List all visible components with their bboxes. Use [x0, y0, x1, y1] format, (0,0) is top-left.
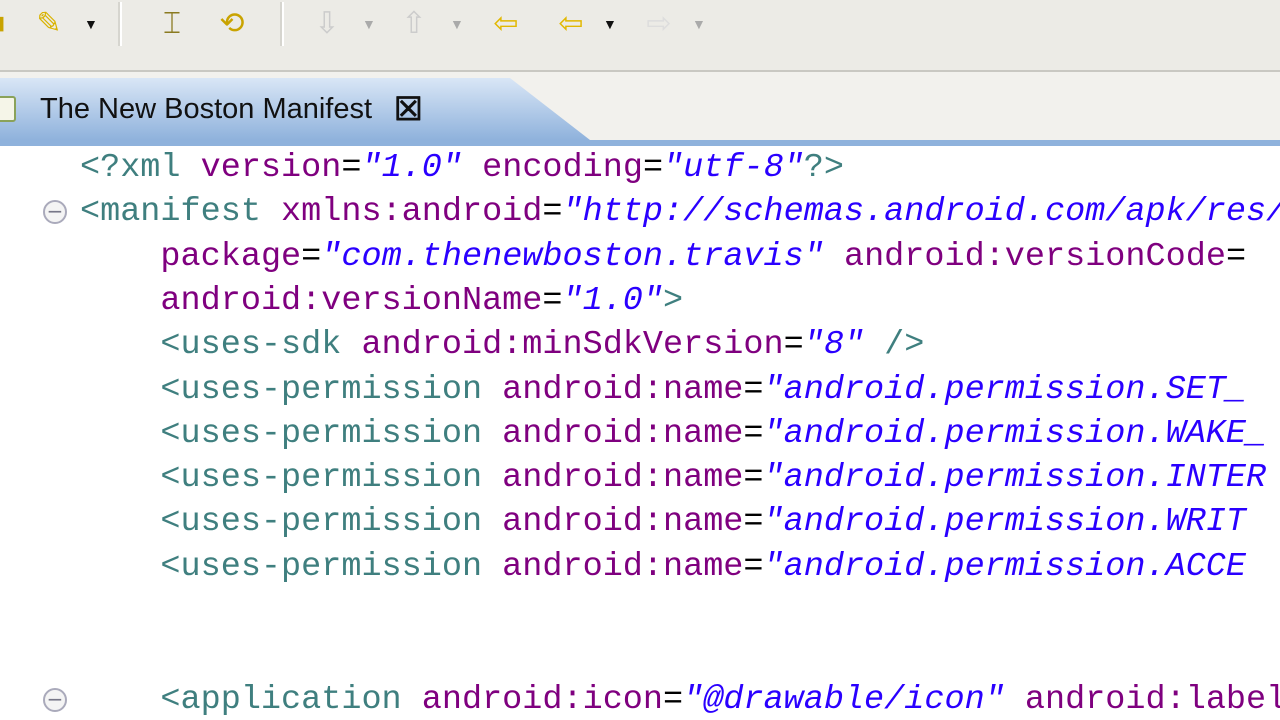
- code-line[interactable]: package="com.thenewboston.travis" androi…: [80, 235, 1246, 279]
- code-line[interactable]: <uses-permission android:name="android.p…: [80, 368, 1246, 412]
- code-token-eq: [80, 238, 160, 276]
- code-token-attr: android:versionCode: [843, 237, 1226, 276]
- code-line[interactable]: <application android:icon="@drawable/ico…: [80, 678, 1280, 720]
- code-token-attr: android:icon: [421, 680, 664, 719]
- code-token-eq: =: [1225, 237, 1247, 276]
- code-token-attr: android:name: [502, 503, 744, 542]
- code-token-eq: =: [542, 281, 563, 320]
- code-token-attr: android:name: [502, 547, 744, 586]
- code-token-attr: android:minSdkVersion: [361, 326, 784, 365]
- code-token-eq: [1005, 681, 1025, 719]
- code-token-eq: =: [783, 326, 804, 365]
- code-token-tag: <?xml: [80, 149, 201, 187]
- code-token-eq: [462, 149, 482, 187]
- code-token-val: "8": [803, 326, 865, 365]
- code-token-eq: =: [743, 547, 764, 586]
- chevron-down-icon[interactable]: ▼: [84, 16, 98, 32]
- code-token-eq: =: [341, 149, 362, 187]
- code-token-attr: android:versionName: [160, 281, 543, 320]
- tab-title: The New Boston Manifest: [40, 92, 373, 125]
- back-icon[interactable]: ⇦: [546, 4, 596, 44]
- code-token-attr: version: [200, 149, 342, 187]
- code-token-eq: [824, 238, 844, 276]
- code-token-tag: <uses-permission: [80, 547, 503, 586]
- code-token-val: "http://schemas.android.com/apk/res/andr…: [562, 193, 1280, 232]
- code-token-tag: ?>: [803, 149, 844, 187]
- code-token-tag: <uses-sdk: [80, 326, 362, 365]
- toolbar-separator: [118, 2, 122, 46]
- code-line[interactable]: <uses-sdk android:minSdkVersion="8" />: [80, 323, 924, 367]
- code-token-attr: android:name: [502, 459, 744, 498]
- close-icon[interactable]: ☒: [394, 90, 423, 128]
- code-token-tag: <manifest: [80, 193, 282, 232]
- code-token-val: "android.permission.WRIT: [763, 503, 1247, 542]
- code-token-tag: <uses-permission: [80, 414, 503, 453]
- code-token-eq: =: [301, 237, 322, 276]
- chevron-down-icon[interactable]: ▼: [692, 16, 706, 32]
- code-token-attr: android:name: [502, 370, 744, 409]
- toolbar: ■ ✎ ▼ ⌶ ⟲ ⇩ ▼ ⇧ ▼ ⇦ ⇦ ▼ ⇨ ▼: [0, 0, 1280, 72]
- code-token-attr: android:name: [502, 414, 744, 453]
- code-token-eq: =: [743, 414, 764, 453]
- code-token-attr: android:label: [1024, 680, 1280, 719]
- code-token-val: "1.0": [361, 149, 462, 187]
- xml-editor[interactable]: <?xml version="1.0" encoding="utf-8"?> <m…: [0, 146, 1280, 720]
- code-line[interactable]: android:versionName="1.0">: [80, 279, 683, 323]
- code-line[interactable]: <uses-permission android:name="android.p…: [80, 545, 1246, 589]
- code-token-attr: package: [160, 237, 302, 276]
- open-type-icon[interactable]: ⌶: [150, 4, 194, 44]
- code-token-tag: <application: [80, 680, 422, 719]
- previous-annotation-icon[interactable]: ⇧: [392, 4, 436, 44]
- chevron-down-icon[interactable]: ▼: [450, 16, 464, 32]
- code-token-tag: <uses-permission: [80, 370, 503, 409]
- code-token-val: "1.0": [562, 281, 664, 320]
- tab-manifest[interactable]: The New Boston Manifest ☒: [0, 78, 590, 140]
- code-token-val: "utf-8": [663, 149, 804, 187]
- toolbar-partial-icon[interactable]: ■: [0, 4, 6, 44]
- code-token-eq: =: [743, 459, 764, 498]
- code-token-tag: >: [663, 281, 684, 320]
- code-line[interactable]: <?xml version="1.0" encoding="utf-8"?>: [80, 146, 844, 190]
- code-token-eq: =: [542, 193, 563, 232]
- code-token-attr: xmlns:android: [281, 193, 543, 232]
- fold-collapse-icon[interactable]: −: [43, 687, 67, 712]
- forward-icon[interactable]: ⇨: [634, 4, 684, 44]
- code-token-attr: encoding: [482, 149, 643, 187]
- code-token-val: "com.thenewboston.travis": [321, 237, 824, 276]
- fold-collapse-icon[interactable]: −: [43, 200, 67, 225]
- last-edit-location-icon[interactable]: ⇦: [480, 4, 532, 44]
- code-token-val: "android.permission.WAKE_: [763, 414, 1267, 453]
- next-annotation-icon[interactable]: ⇩: [305, 4, 349, 44]
- code-token-tag: <uses-permission: [80, 459, 503, 498]
- code-line[interactable]: <uses-permission android:name="android.p…: [80, 412, 1266, 456]
- code-token-tag: <uses-permission: [80, 503, 503, 542]
- manifest-file-icon: [0, 96, 16, 122]
- chevron-down-icon[interactable]: ▼: [603, 16, 617, 32]
- editor-tab-bar: The New Boston Manifest ☒: [0, 72, 1280, 146]
- pin-icon[interactable]: ✎: [24, 4, 74, 44]
- code-token-tag: />: [864, 326, 925, 365]
- refresh-icon[interactable]: ⟲: [210, 4, 254, 44]
- code-line[interactable]: <uses-permission android:name="android.p…: [80, 456, 1266, 500]
- code-token-eq: [80, 282, 160, 320]
- code-token-eq: =: [642, 149, 664, 187]
- toolbar-separator: [280, 2, 284, 46]
- code-token-val: "@drawable/icon": [683, 680, 1005, 719]
- chevron-down-icon[interactable]: ▼: [362, 16, 376, 32]
- code-token-val: "android.permission.INTER: [763, 459, 1267, 498]
- code-token-val: "android.permission.SET_: [763, 370, 1247, 409]
- code-line[interactable]: <uses-permission android:name="android.p…: [80, 500, 1246, 544]
- code-token-eq: =: [663, 680, 684, 719]
- code-token-val: "android.permission.ACCE: [763, 547, 1247, 586]
- code-line[interactable]: <manifest xmlns:android="http://schemas.…: [80, 190, 1280, 234]
- code-token-eq: =: [743, 503, 764, 542]
- code-token-eq: =: [743, 370, 764, 409]
